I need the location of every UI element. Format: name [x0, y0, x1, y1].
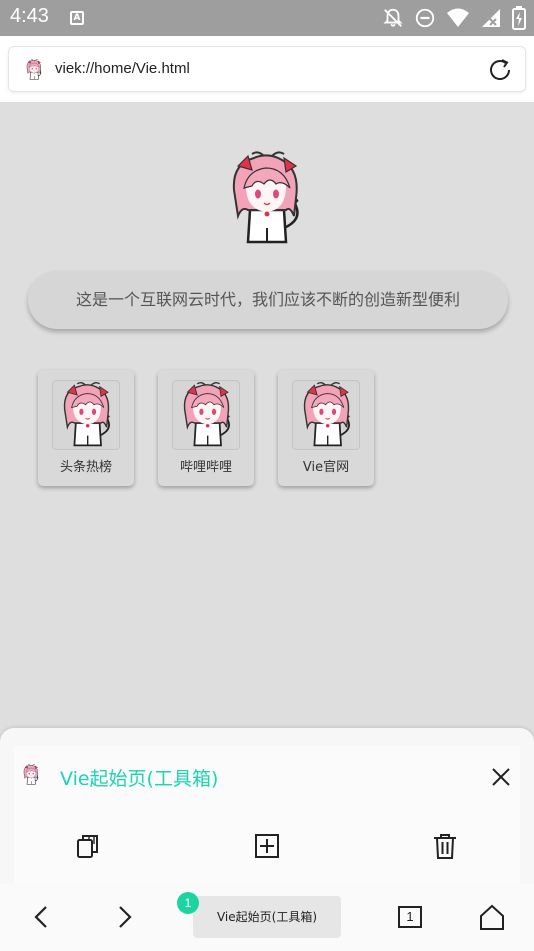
mascot-logo	[224, 150, 308, 250]
slogan-banner: 这是一个互联网云时代，我们应该不断的创造新型便利	[28, 271, 508, 329]
signal-icon	[482, 9, 500, 27]
home-icon[interactable]	[477, 902, 507, 932]
mascot-icon	[293, 381, 360, 450]
tab-bottom-sheet: Vie起始页(工具箱)	[0, 728, 534, 888]
reload-icon[interactable]	[487, 57, 513, 83]
shortcut-toutiao[interactable]: 头条热榜	[38, 370, 134, 486]
notification-a-icon: A	[70, 11, 84, 25]
status-time: 4:43	[10, 5, 49, 27]
trash-icon[interactable]	[431, 832, 459, 860]
mascot-icon	[53, 381, 120, 450]
status-bar: 4:43 A	[0, 0, 534, 36]
shortcut-thumbnail	[292, 380, 360, 450]
url-text[interactable]: viek://home/Vie.html	[55, 60, 190, 77]
current-tab-button[interactable]: Vie起始页(工具箱)	[193, 896, 341, 938]
address-bar-area: viek://home/Vie.html	[0, 36, 534, 102]
close-icon[interactable]	[490, 766, 512, 788]
shortcut-thumbnail	[172, 380, 240, 450]
copy-icon[interactable]	[75, 832, 103, 860]
shortcut-label: 哔哩哔哩	[179, 460, 232, 475]
notifications-off-icon	[383, 8, 403, 27]
wifi-icon	[447, 8, 469, 27]
add-icon[interactable]	[253, 832, 281, 860]
mascot-icon	[173, 381, 240, 450]
shortcut-thumbnail	[52, 380, 120, 450]
bottom-navigation: Vie起始页(工具箱) 1 1	[0, 884, 534, 951]
address-bar[interactable]: viek://home/Vie.html	[8, 46, 526, 92]
tab-count-button[interactable]: 1	[398, 906, 422, 928]
shortcut-label: 头条热榜	[59, 460, 112, 475]
shortcut-label: Vie官网	[302, 460, 350, 475]
do-not-disturb-icon	[415, 8, 435, 28]
page-favicon-icon	[20, 764, 42, 786]
tab-badge: 1	[177, 892, 199, 914]
sheet-page-title: Vie起始页(工具箱)	[60, 768, 219, 790]
site-favicon-icon	[23, 59, 45, 81]
back-icon[interactable]	[27, 902, 57, 932]
status-icons	[382, 6, 526, 30]
battery-icon	[512, 6, 526, 30]
shortcut-vie-official[interactable]: Vie官网	[278, 370, 374, 486]
forward-icon[interactable]	[109, 902, 139, 932]
shortcut-bilibili[interactable]: 哔哩哔哩	[158, 370, 254, 486]
